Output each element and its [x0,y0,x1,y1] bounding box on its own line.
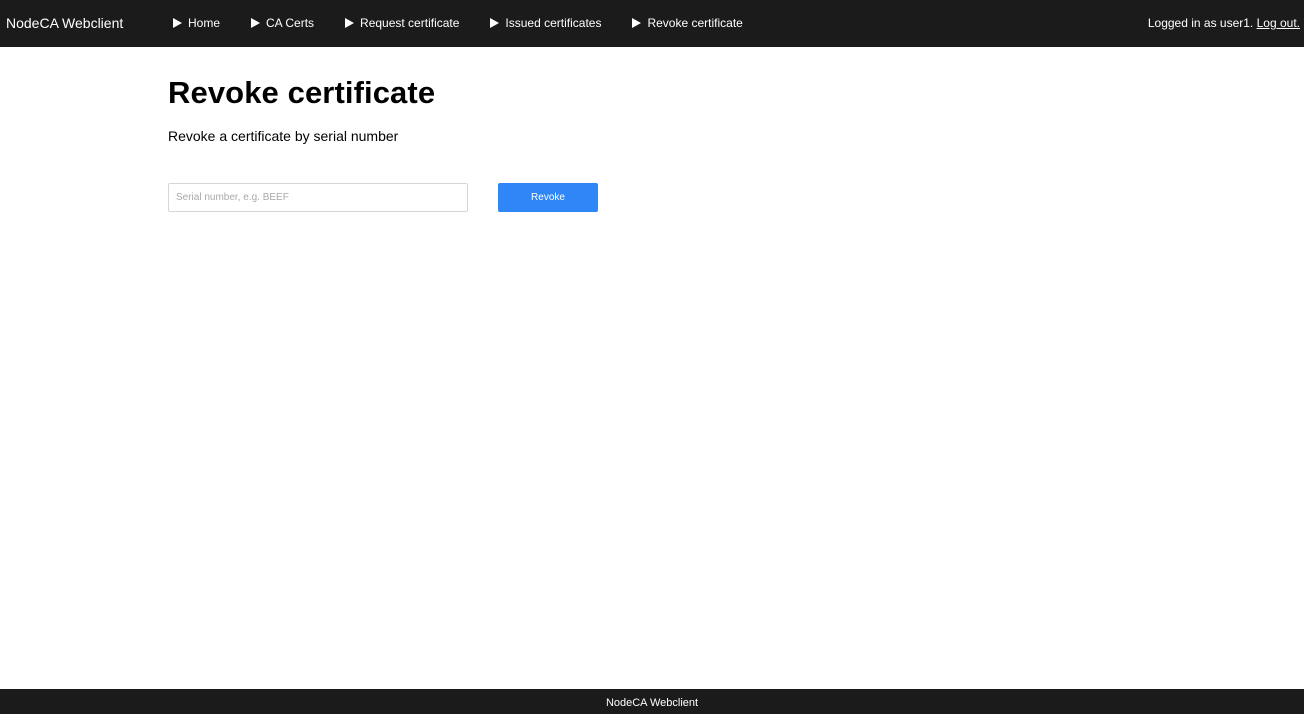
revoke-button[interactable]: Revoke [498,183,598,212]
footer-text: NodeCA Webclient [605,697,699,709]
page-subtitle: Revoke a certificate by serial number [168,128,399,144]
nav-item-label: CA Certs [266,16,315,30]
user-status: Logged in as user1. Log out. [1148,16,1300,30]
page-title: Revoke certificate [168,75,436,110]
nav-item-label: Revoke certificate [647,16,743,30]
serial-number-input[interactable] [168,183,468,212]
footer: NodeCA Webclient [0,689,1304,714]
play-icon [632,18,642,28]
nav-item-label: Home [188,16,221,30]
play-icon [345,18,355,28]
nav-item-ca-certs[interactable]: CA Certs [251,16,314,30]
main-content: Revoke certificate Revoke a certificate … [168,74,868,212]
play-icon [251,18,261,28]
nav-item-home[interactable]: Home [173,16,220,30]
nav-item-label: Issued certificates [505,16,602,30]
logged-in-text: Logged in as user1. [1147,16,1254,30]
nav-item-revoke-certificate[interactable]: Revoke certificate [632,16,743,30]
logout-link[interactable]: Log out. [1257,16,1300,30]
top-navigation-bar: NodeCA Webclient Home CA Certs Request c… [0,0,1304,47]
play-icon [490,18,500,28]
nav-item-issued-certificates[interactable]: Issued certificates [490,16,601,30]
play-icon [173,18,182,28]
main-nav: Home CA Certs Request certificate Issued… [173,16,743,30]
nav-item-label: Request certificate [360,16,460,30]
brand-title: NodeCA Webclient [6,15,124,31]
revoke-form: Revoke [168,183,598,212]
nav-item-request-certificate[interactable]: Request certificate [345,16,459,30]
